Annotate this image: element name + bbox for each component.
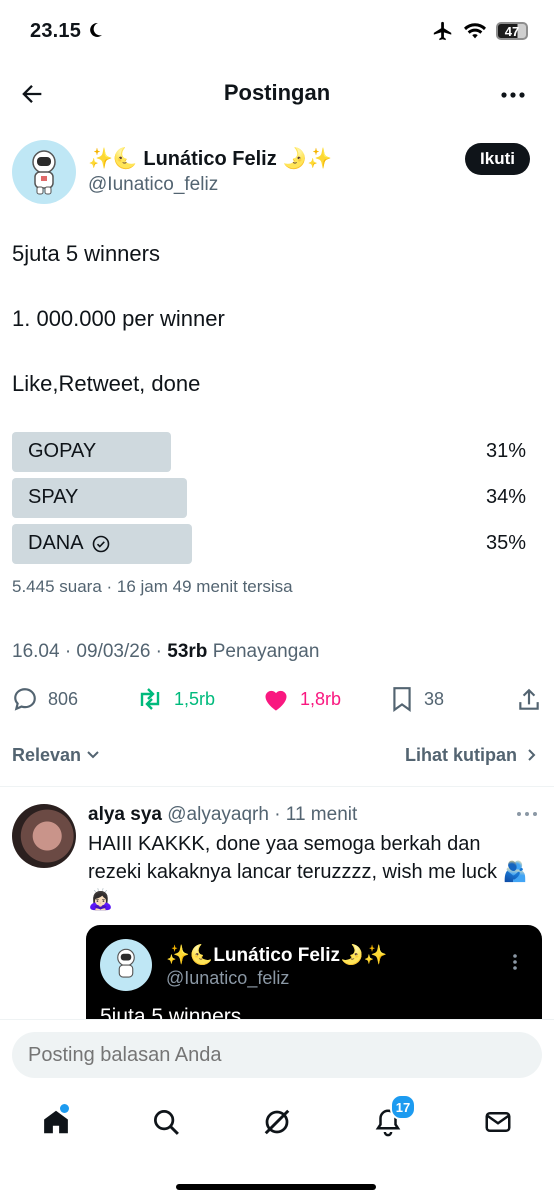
post-timestamp: 16.04 · 09/03/26 · 53rb Penayangan [12, 641, 320, 662]
reply-action[interactable]: 806 [12, 686, 78, 712]
tweet-text-line: Like,Retweet, done [12, 371, 201, 396]
like-action[interactable]: 1,8rb [262, 686, 341, 712]
search-icon [154, 1110, 179, 1135]
reply-count: 806 [48, 688, 79, 709]
poll-option-percent: 34% [485, 486, 526, 508]
moon-icon [89, 22, 102, 37]
quote-avatar [100, 939, 152, 991]
follow-button[interactable]: Ikuti [465, 143, 530, 175]
share-icon[interactable] [516, 687, 542, 713]
reply-author-name[interactable]: alya sya [88, 804, 162, 825]
nav-notifications[interactable]: 17 [368, 1094, 416, 1142]
tweet-text-line: 1. 000.000 per winner [12, 306, 225, 331]
page-title: Postingan [223, 80, 331, 105]
quote-more-icon [513, 954, 517, 970]
chevron-down-icon [87, 751, 99, 759]
heart-icon [265, 690, 287, 711]
nav-search[interactable] [146, 1102, 186, 1142]
airplane-icon [433, 21, 452, 41]
poll-option-label: SPAY [28, 486, 79, 508]
reply-avatar[interactable] [12, 804, 76, 868]
home-indicator [176, 1184, 376, 1190]
notifications-badge: 17 [390, 1094, 416, 1120]
nav-home[interactable] [36, 1102, 76, 1142]
reply-input[interactable] [12, 1032, 542, 1078]
reply-text: HAIII KAKKK, done yaa semoga berkah dan … [88, 833, 528, 911]
more-options-icon[interactable] [500, 85, 526, 105]
author-avatar[interactable] [12, 140, 76, 204]
sort-dropdown[interactable]: Relevan [12, 745, 100, 766]
author-name[interactable]: ✨🌜 Lunático Feliz 🌛✨ [88, 146, 332, 171]
reply-icon [14, 688, 36, 711]
astronaut-icon [32, 150, 56, 195]
quote-author-name: ✨🌜Lunático Feliz🌛✨ [166, 945, 388, 966]
author-handle[interactable]: @Iunatico_feliz [88, 174, 218, 196]
poll-option-spay: SPAY 34% [12, 478, 526, 518]
status-icons: 47 [432, 20, 528, 42]
wifi-icon [464, 23, 486, 39]
astronaut-icon [117, 948, 135, 978]
poll-option-gopay: GOPAY 31% [12, 432, 526, 472]
divider [0, 786, 554, 787]
nav-messages[interactable] [478, 1102, 518, 1142]
battery-icon: 47 [496, 22, 528, 40]
repost-count: 1,5rb [174, 688, 216, 709]
like-count: 1,8rb [300, 688, 342, 709]
poll-meta: 5.445 suara · 16 jam 49 menit tersisa [12, 577, 293, 596]
bottom-bar: 17 [0, 1019, 554, 1201]
poll-option-percent: 31% [485, 440, 526, 462]
bookmark-icon [393, 687, 411, 712]
grok-icon [264, 1109, 290, 1135]
reply-header: alya sya @alyayaqrh · 11 menit [88, 804, 358, 825]
bookmark-count: 38 [424, 688, 445, 709]
repost-icon [140, 688, 160, 710]
view-quotes-link[interactable]: Lihat kutipan [405, 745, 538, 766]
poll-option-label: GOPAY [28, 440, 97, 462]
home-unread-dot [60, 1104, 69, 1113]
nav-grok[interactable] [257, 1102, 297, 1142]
views-count: 53rb [167, 641, 208, 662]
poll-option-dana: DANA 35% [12, 524, 526, 564]
tweet-text-line: 5juta 5 winners [12, 241, 160, 266]
bookmark-action[interactable]: 38 [390, 686, 444, 712]
quote-author-handle: @Iunatico_feliz [166, 968, 290, 988]
status-time: 23.15 [30, 20, 103, 43]
chevron-right-icon [528, 749, 536, 761]
repost-action[interactable]: 1,5rb [136, 686, 215, 712]
check-circle-icon [92, 535, 109, 552]
mail-icon [485, 1112, 511, 1132]
reply-more-icon[interactable] [516, 810, 538, 818]
poll-option-label: DANA [28, 532, 84, 554]
poll-option-percent: 35% [485, 532, 526, 554]
